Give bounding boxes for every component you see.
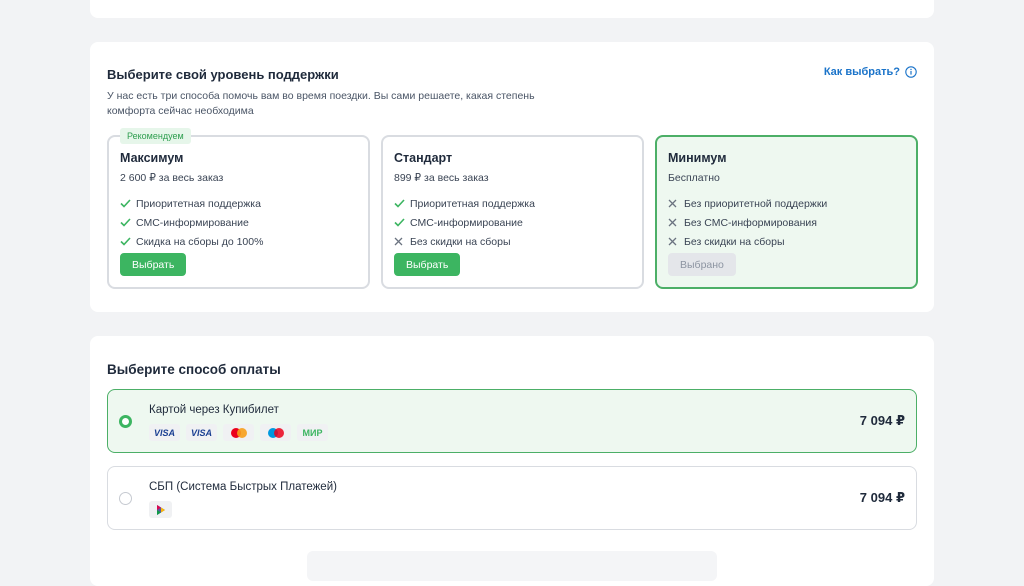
support-title: Выберите свой уровень поддержки: [107, 67, 339, 82]
feature-list: Приоритетная поддержка СМС-информировани…: [120, 194, 263, 251]
visa-logo: VISA: [149, 424, 180, 441]
tier-card-minimum[interactable]: Минимум Бесплатно Без приоритетной подде…: [655, 135, 918, 289]
feature-item: Скидка на сборы до 100%: [120, 232, 263, 251]
check-icon: [394, 218, 410, 227]
check-icon: [394, 199, 410, 208]
feature-text: Без скидки на сборы: [684, 235, 785, 248]
previous-section-panel: [90, 0, 934, 18]
payment-amount: 7 094 ₽: [859, 413, 905, 428]
tier-price: Бесплатно: [668, 172, 720, 184]
payment-option-sbp[interactable]: СБП (Система Быстрых Платежей) 7 094 ₽: [107, 466, 917, 530]
cross-icon: [668, 237, 684, 246]
feature-text: Без приоритетной поддержки: [684, 197, 828, 210]
cross-icon: [668, 218, 684, 227]
payment-title: Выберите способ оплаты: [107, 362, 281, 377]
payment-option-card[interactable]: Картой через Купибилет VISA VISA МИР 7 0…: [107, 389, 917, 453]
tier-card-standard[interactable]: Стандарт 899 ₽ за весь заказ Приоритетна…: [381, 135, 644, 289]
mastercard-icon: [223, 424, 254, 441]
feature-text: Приоритетная поддержка: [136, 197, 261, 210]
feature-item: Приоритетная поддержка: [120, 194, 263, 213]
maestro-icon: [260, 424, 291, 441]
feature-text: СМС-информирование: [136, 216, 249, 229]
sbp-logos: [149, 501, 172, 518]
how-to-choose-link[interactable]: Как выбрать?: [824, 66, 917, 78]
sbp-icon: [149, 501, 172, 518]
tier-name: Максимум: [120, 151, 184, 165]
tier-name: Стандарт: [394, 151, 453, 165]
info-icon: [905, 66, 917, 78]
tier-name: Минимум: [668, 151, 727, 165]
feature-item: СМС-информирование: [394, 213, 535, 232]
check-icon: [120, 218, 136, 227]
check-icon: [120, 199, 136, 208]
feature-item: Без скидки на сборы: [668, 232, 827, 251]
payment-option-name: Картой через Купибилет: [149, 404, 279, 416]
recommended-badge: Рекомендуем: [120, 128, 191, 144]
feature-list: Без приоритетной поддержки Без СМС-инфор…: [668, 194, 827, 251]
cross-icon: [668, 199, 684, 208]
how-to-choose-label: Как выбрать?: [823, 66, 900, 78]
bottom-placeholder-bar: [307, 551, 717, 581]
feature-text: Без СМС-информирования: [684, 216, 817, 229]
cross-icon: [394, 237, 410, 246]
tier-price: 2 600 ₽ за весь заказ: [120, 172, 224, 184]
feature-item: Без приоритетной поддержки: [668, 194, 827, 213]
payment-option-name: СБП (Система Быстрых Платежей): [149, 481, 337, 493]
visa-logo: VISA: [186, 424, 217, 441]
check-icon: [120, 237, 136, 246]
support-description: У нас есть три способа помочь вам во вре…: [107, 90, 535, 117]
radio-card-selected[interactable]: [119, 415, 132, 428]
support-level-panel: Выберите свой уровень поддержки Как выбр…: [90, 42, 934, 312]
mir-logo: МИР: [297, 424, 328, 441]
payment-amount: 7 094 ₽: [859, 490, 905, 505]
card-logos: VISA VISA МИР: [149, 424, 328, 441]
tier-card-maximum[interactable]: Рекомендуем Максимум 2 600 ₽ за весь зак…: [107, 128, 370, 289]
feature-list: Приоритетная поддержка СМС-информировани…: [394, 194, 535, 251]
selected-minimum-button: Выбрано: [668, 253, 736, 276]
feature-text: Без скидки на сборы: [410, 235, 511, 248]
feature-item: Без скидки на сборы: [394, 232, 535, 251]
select-maximum-button[interactable]: Выбрать: [120, 253, 187, 276]
tier-price: 899 ₽ за весь заказ: [394, 172, 489, 184]
select-standard-button[interactable]: Выбрать: [394, 253, 461, 276]
feature-item: СМС-информирование: [120, 213, 263, 232]
feature-text: Скидка на сборы до 100%: [136, 235, 264, 248]
payment-method-panel: Выберите способ оплаты Картой через Купи…: [90, 336, 934, 586]
feature-text: СМС-информирование: [410, 216, 523, 229]
feature-item: Приоритетная поддержка: [394, 194, 535, 213]
feature-item: Без СМС-информирования: [668, 213, 827, 232]
feature-text: Приоритетная поддержка: [410, 197, 535, 210]
radio-sbp[interactable]: [119, 492, 132, 505]
